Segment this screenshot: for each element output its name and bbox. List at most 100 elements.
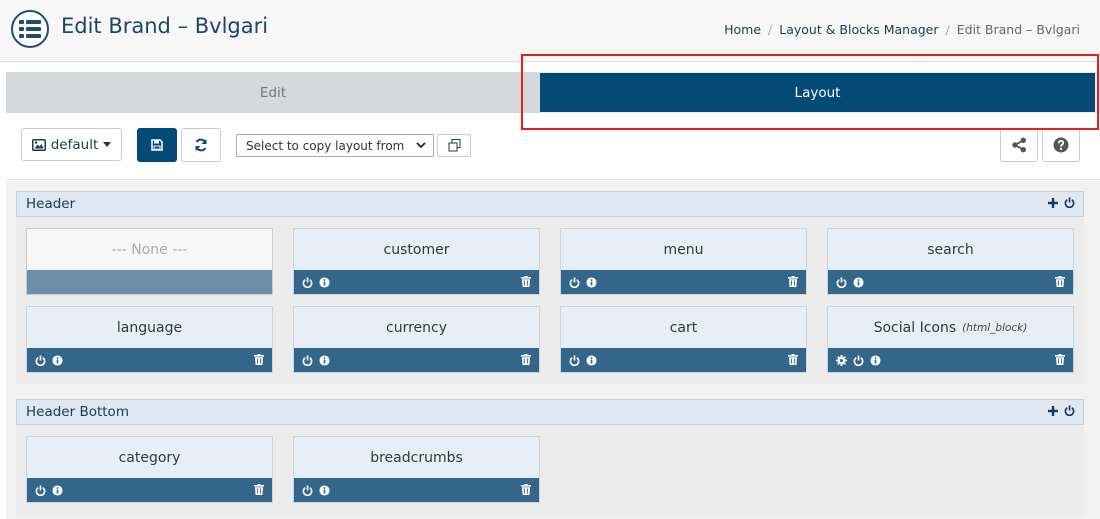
info-icon[interactable]	[853, 276, 864, 288]
power-icon[interactable]	[302, 354, 313, 366]
info-icon[interactable]	[52, 484, 63, 496]
layout-toolbar: default Select to copy layout from	[6, 113, 1100, 180]
breadcrumb-home[interactable]: Home	[724, 22, 761, 37]
module-name: language	[116, 319, 183, 336]
module-action-bar	[294, 348, 539, 372]
breadcrumb-layout-manager[interactable]: Layout & Blocks Manager	[779, 22, 938, 37]
section-title: Header Bottom	[26, 404, 129, 420]
power-icon[interactable]	[853, 354, 864, 366]
info-icon[interactable]	[52, 354, 63, 366]
copy-layout-select[interactable]: Select to copy layout from	[236, 134, 434, 157]
info-icon[interactable]	[586, 354, 597, 366]
refresh-button[interactable]	[181, 128, 221, 162]
top-bar: Edit Brand – Bvlgari Home / Layout & Blo…	[0, 0, 1100, 62]
info-icon[interactable]	[870, 354, 881, 366]
floppy-disk-icon	[151, 139, 163, 151]
share-button[interactable]	[1000, 128, 1038, 162]
info-icon[interactable]	[319, 354, 330, 366]
tab-edit[interactable]: Edit	[6, 72, 540, 113]
tab-layout[interactable]: Layout	[540, 73, 1095, 112]
module-none[interactable]: --- None ---	[26, 228, 273, 295]
page-title: Edit Brand – Bvlgari	[61, 14, 269, 38]
breadcrumb-current: Edit Brand – Bvlgari	[956, 22, 1080, 37]
power-icon[interactable]	[35, 354, 46, 366]
gear-icon[interactable]	[836, 354, 847, 366]
save-button[interactable]	[137, 128, 177, 162]
trash-icon[interactable]	[521, 276, 531, 287]
power-icon[interactable]	[1064, 197, 1075, 208]
variant-label: default	[50, 136, 99, 153]
module-breadcrumbs[interactable]: breadcrumbs	[293, 436, 540, 503]
add-module-icon[interactable]	[1048, 197, 1058, 208]
breadcrumb-separator: /	[768, 22, 773, 37]
module-name: menu	[663, 241, 704, 258]
power-icon[interactable]	[569, 354, 580, 366]
trash-icon[interactable]	[1055, 276, 1065, 287]
module-currency[interactable]: currency	[293, 306, 540, 373]
module-type: (html_block)	[962, 321, 1028, 334]
menu-list-icon[interactable]	[11, 10, 49, 48]
breadcrumb: Home / Layout & Blocks Manager / Edit Br…	[724, 22, 1080, 37]
variant-dropdown-button[interactable]: default	[21, 128, 122, 161]
module-action-bar	[27, 270, 272, 294]
module-action-bar	[828, 270, 1073, 294]
module-action-bar	[27, 478, 272, 502]
trash-icon[interactable]	[1055, 354, 1065, 365]
share-icon	[1011, 137, 1027, 153]
module-name: category	[118, 449, 181, 466]
question-circle-icon	[1053, 137, 1069, 153]
module-action-bar	[27, 348, 272, 372]
section-header: Header --- None --- customer menu search…	[16, 191, 1084, 384]
trash-icon[interactable]	[254, 484, 264, 495]
power-icon[interactable]	[35, 484, 46, 496]
module-action-bar	[561, 348, 806, 372]
copy-layout-select-value: Select to copy layout from	[246, 138, 405, 153]
module-name: customer	[383, 241, 450, 258]
refresh-icon	[194, 138, 208, 152]
module-action-bar	[294, 478, 539, 502]
power-icon[interactable]	[302, 484, 313, 496]
copy-icon	[448, 139, 461, 152]
section-header-bar: Header	[16, 191, 1084, 217]
trash-icon[interactable]	[254, 354, 264, 365]
module-social-icons[interactable]: Social Icons (html_block)	[827, 306, 1074, 373]
module-action-bar	[828, 348, 1073, 372]
breadcrumb-separator: /	[945, 22, 950, 37]
image-icon	[31, 138, 46, 151]
module-category[interactable]: category	[26, 436, 273, 503]
module-customer[interactable]: customer	[293, 228, 540, 295]
module-name-text: Social Icons	[873, 319, 957, 336]
module-action-bar	[294, 270, 539, 294]
section-header-bar: Header Bottom	[16, 399, 1084, 425]
module-language[interactable]: language	[26, 306, 273, 373]
caret-down-icon	[103, 142, 112, 147]
module-menu[interactable]: menu	[560, 228, 807, 295]
trash-icon[interactable]	[521, 484, 531, 495]
help-button[interactable]	[1042, 128, 1080, 162]
section-title: Header	[26, 196, 76, 212]
layout-area: Header --- None --- customer menu search…	[6, 181, 1100, 519]
section-header-bottom: Header Bottom category breadcrumbs	[16, 399, 1084, 517]
module-search[interactable]: search	[827, 228, 1074, 295]
power-icon[interactable]	[836, 276, 847, 288]
module-name: --- None ---	[111, 241, 188, 258]
info-icon[interactable]	[319, 484, 330, 496]
module-name: cart	[669, 319, 698, 336]
info-icon[interactable]	[586, 276, 597, 288]
info-icon[interactable]	[319, 276, 330, 288]
power-icon[interactable]	[1064, 405, 1075, 416]
chevron-down-icon	[415, 138, 427, 152]
power-icon[interactable]	[302, 276, 313, 288]
module-name: currency	[386, 319, 447, 336]
trash-icon[interactable]	[521, 354, 531, 365]
copy-layout-button[interactable]	[437, 134, 471, 157]
module-action-bar	[561, 270, 806, 294]
module-name: Social Icons (html_block)	[828, 307, 1073, 348]
add-module-icon[interactable]	[1048, 405, 1058, 416]
trash-icon[interactable]	[788, 276, 798, 287]
module-cart[interactable]: cart	[560, 306, 807, 373]
trash-icon[interactable]	[788, 354, 798, 365]
power-icon[interactable]	[569, 276, 580, 288]
module-name: search	[927, 241, 974, 258]
main-content: Edit Layout default Select to copy layou…	[6, 72, 1100, 519]
